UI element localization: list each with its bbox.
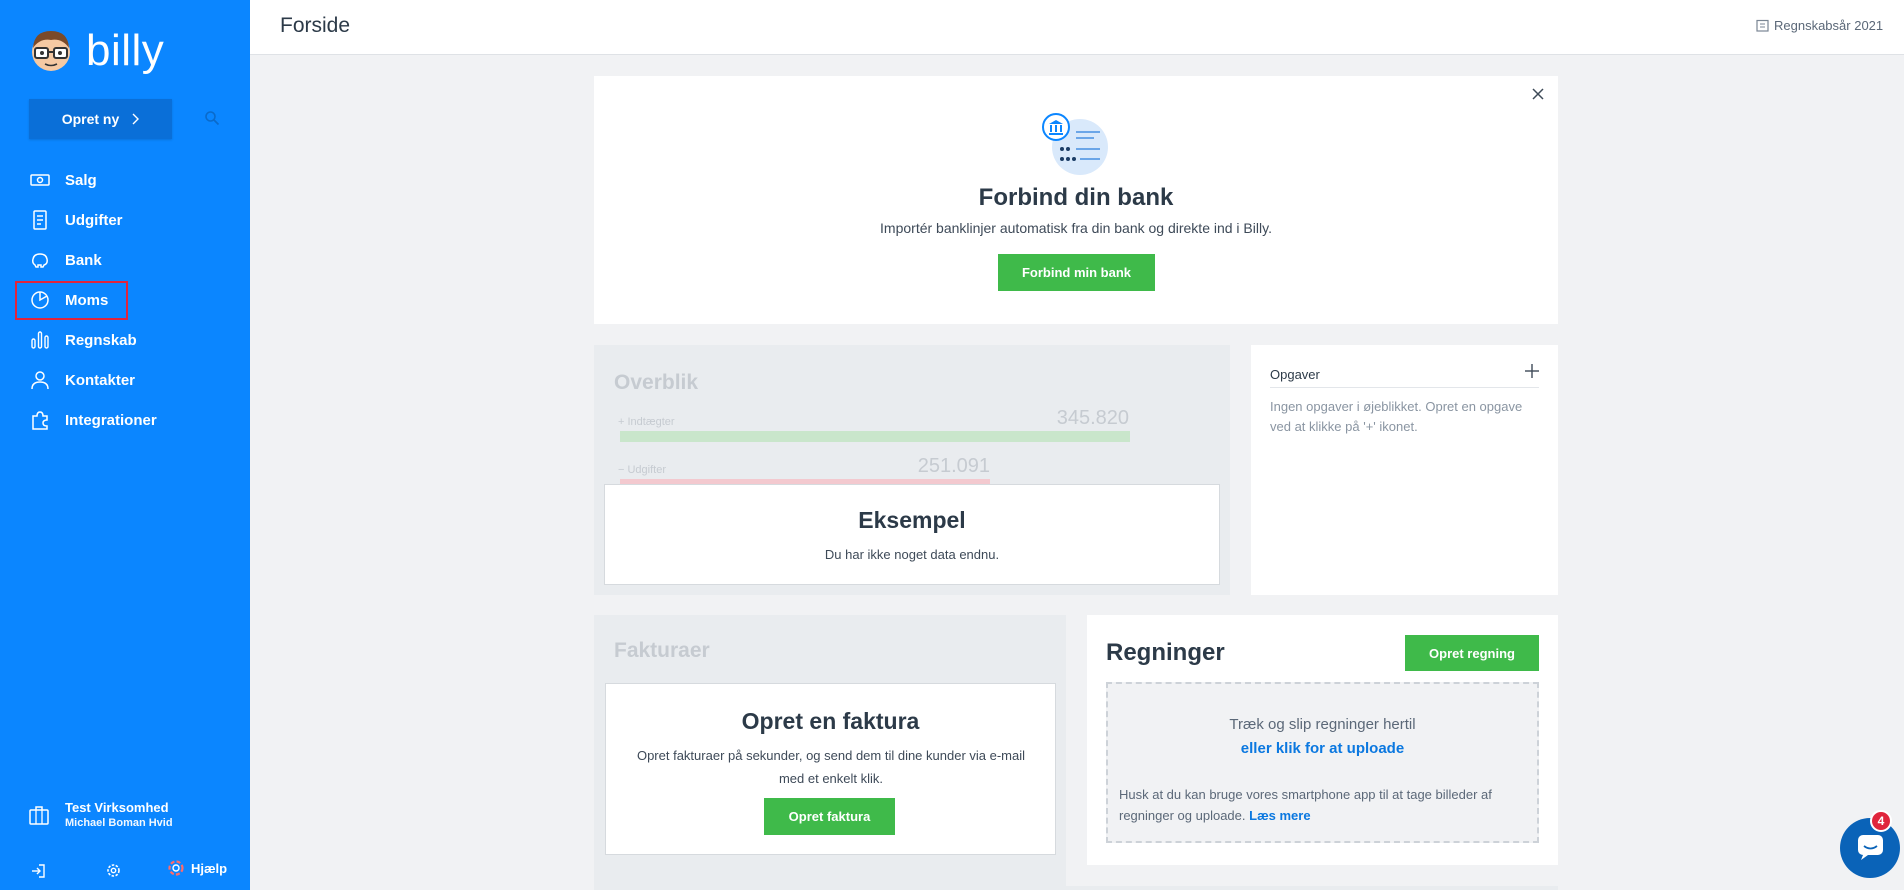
fiscal-year-label: Regnskabsår 2021	[1774, 18, 1884, 33]
top-bar: Forside Regnskabsår 2021	[250, 0, 1904, 55]
fiscal-year-selector[interactable]: Regnskabsår 2021	[1756, 18, 1904, 33]
example-subtitle: Du har ikke noget data endnu.	[824, 547, 1000, 562]
puzzle-icon	[32, 411, 48, 430]
bills-title: Regninger	[1106, 639, 1225, 666]
sidebar-item-label: Bank	[65, 251, 102, 269]
create-invoice-box: Opret en faktura Opret fakturaer på seku…	[605, 683, 1056, 855]
bank-card-subtitle: Importér banklinjer automatisk fra din b…	[880, 220, 1272, 236]
expense-value: 251.091	[917, 455, 990, 477]
logo[interactable]: billy	[28, 28, 164, 74]
overview-panel: Overblik + Indtægter 345.820 − Udgifter …	[594, 345, 1230, 595]
search-icon[interactable]	[204, 110, 220, 126]
dropzone-hint: Husk at du kan bruge vores smartphone ap…	[1119, 784, 1529, 826]
sidebar-item-label: Udgifter	[65, 211, 123, 229]
plus-icon[interactable]	[1525, 364, 1539, 378]
chat-unread-badge: 4	[1870, 810, 1892, 832]
income-bar	[620, 431, 1130, 442]
briefcase-icon	[29, 805, 49, 825]
sidebar-item-regnskab[interactable]: Regnskab	[0, 320, 250, 360]
company-info: Test Virksomhed Michael Boman Hvid	[65, 800, 173, 829]
chat-launcher[interactable]	[1840, 818, 1900, 878]
company-switcher[interactable]: Test Virksomhed Michael Boman Hvid	[28, 800, 173, 829]
logout-icon[interactable]	[30, 863, 46, 879]
sidebar-item-bank[interactable]: Bank	[0, 240, 250, 280]
sidebar-item-label: Kontakter	[65, 371, 136, 389]
bank-card-title: Forbind din bank	[978, 184, 1174, 211]
close-icon[interactable]	[1532, 88, 1544, 100]
moms-highlight-box	[15, 281, 128, 320]
logo-text: billy	[86, 26, 165, 75]
create-invoice-title: Opret en faktura	[741, 708, 920, 734]
invoices-panel: Fakturaer Opret en faktura Opret faktura…	[594, 615, 1066, 890]
chat-icon	[1858, 835, 1883, 860]
sidebar-item-salg[interactable]: Salg	[0, 160, 250, 200]
sidebar-item-label: Integrationer	[65, 411, 157, 429]
connect-bank-button[interactable]: Forbind min bank	[998, 254, 1155, 291]
connect-bank-card: Forbind din bank Importér banklinjer aut…	[594, 76, 1558, 324]
create-invoice-subtitle: Opret fakturaer på sekunder, og send dem…	[636, 748, 1026, 786]
sidebar-item-kontakter[interactable]: Kontakter	[0, 360, 250, 400]
chevron-right-icon	[132, 113, 140, 125]
create-new-label: Opret ny	[61, 111, 120, 127]
income-value: 345.820	[1056, 407, 1129, 429]
tasks-title: Opgaver	[1270, 367, 1320, 382]
expense-label: − Udgifter	[618, 464, 666, 476]
dropzone-upload-link[interactable]: eller klik for at uploade	[1108, 740, 1537, 757]
bill-upload-dropzone[interactable]: Træk og slip regninger hertil eller klik…	[1106, 682, 1539, 843]
invoices-title: Fakturaer	[614, 639, 710, 662]
sidebar-bottom-bar: Hjælp	[0, 855, 250, 885]
receipt-icon	[33, 210, 47, 230]
bar-chart-icon	[31, 331, 49, 349]
lifebuoy-icon	[168, 860, 184, 876]
tasks-panel: Opgaver Ingen opgaver i øjeblikket. Opre…	[1251, 345, 1558, 595]
create-new-button[interactable]: Opret ny	[29, 99, 172, 139]
page-title: Forside	[280, 14, 351, 37]
sidebar-item-label: Regnskab	[65, 331, 137, 349]
overview-title: Overblik	[614, 371, 699, 394]
company-user: Michael Boman Hvid	[65, 817, 173, 829]
calendar-icon	[1756, 19, 1769, 32]
help-link[interactable]: Hjælp	[168, 860, 227, 876]
piggy-bank-icon	[32, 253, 48, 268]
company-name: Test Virksomhed	[65, 800, 169, 815]
income-label: + Indtægter	[618, 416, 675, 428]
money-icon	[30, 174, 50, 186]
sidebar: billy Opret ny Salg Udgifter Bank Moms R…	[0, 0, 250, 890]
person-icon	[31, 371, 49, 390]
next-panel-edge	[594, 886, 1558, 890]
help-label: Hjælp	[191, 860, 228, 876]
example-title: Eksempel	[858, 507, 966, 533]
sidebar-item-integrationer[interactable]: Integrationer	[0, 400, 250, 440]
read-more-link[interactable]: Læs mere	[1249, 808, 1310, 823]
create-bill-button[interactable]: Opret regning	[1405, 635, 1539, 671]
sidebar-item-label: Salg	[65, 171, 97, 189]
bills-panel: Regninger Opret regning Træk og slip reg…	[1087, 615, 1558, 865]
bank-connection-illustration	[1042, 113, 1108, 175]
example-box: Eksempel Du har ikke noget data endnu.	[604, 484, 1220, 585]
sidebar-item-udgifter[interactable]: Udgifter	[0, 200, 250, 240]
create-invoice-button[interactable]: Opret faktura	[764, 798, 895, 835]
billy-face-icon	[32, 31, 70, 71]
gear-icon[interactable]	[105, 862, 122, 879]
dropzone-drag-text: Træk og slip regninger hertil	[1229, 716, 1416, 733]
tasks-header: Opgaver	[1270, 358, 1539, 388]
tasks-empty-text: Ingen opgaver i øjeblikket. Opret en opg…	[1270, 399, 1523, 434]
